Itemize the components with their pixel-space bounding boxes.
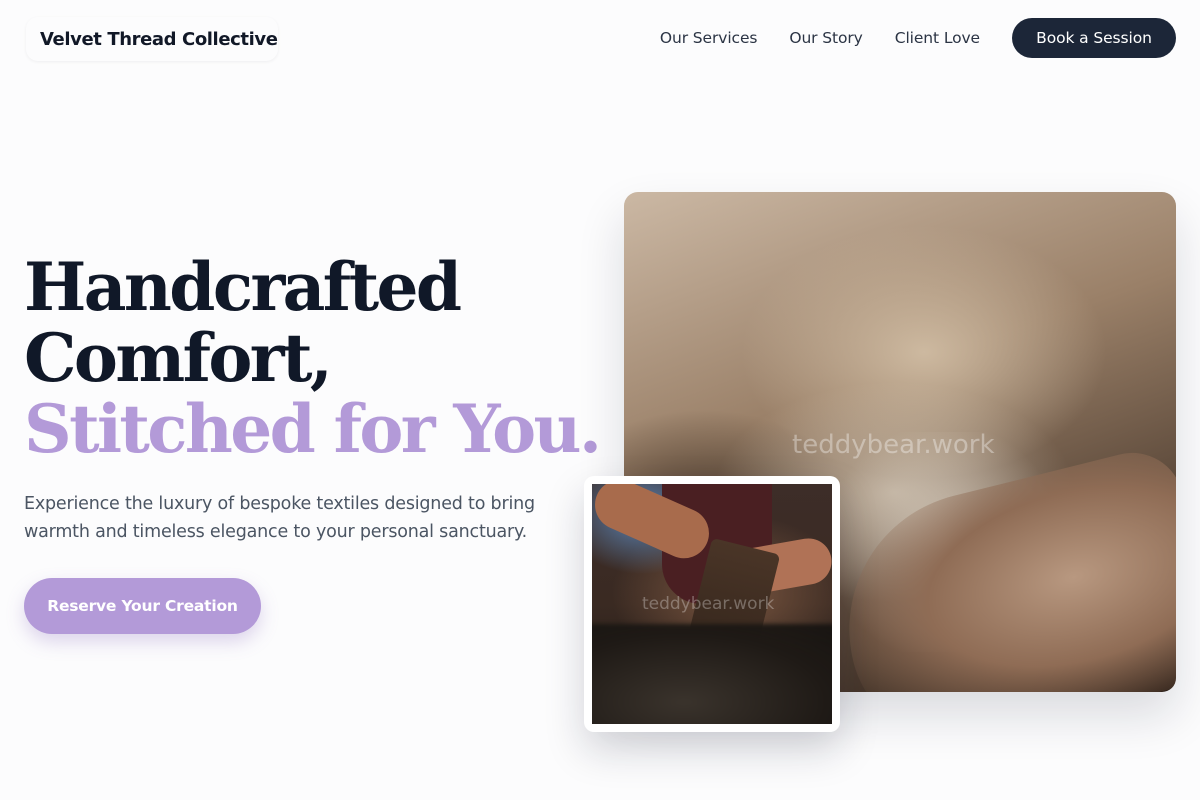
small-image-watermark: teddybear.work (642, 594, 775, 614)
headline-line-3: Stitched for You. (24, 390, 602, 468)
headline-line-1: Handcrafted (24, 248, 462, 326)
main-nav: Our Services Our Story Client Love Book … (660, 18, 1176, 58)
nav-link-our-services[interactable]: Our Services (660, 29, 758, 47)
hero-headline: Handcrafted Comfort, Stitched for You. (24, 248, 602, 468)
nav-link-our-story[interactable]: Our Story (789, 29, 862, 47)
leatherwork-image: teddybear.work (592, 484, 832, 724)
headline-line-2: Comfort, (24, 319, 333, 397)
foreground-blur (592, 624, 832, 724)
hero-subtext: Experience the luxury of bespoke textile… (24, 494, 535, 542)
reserve-creation-button[interactable]: Reserve Your Creation (24, 578, 261, 634)
landing-page: Velvet Thread Collective Our Services Ou… (0, 0, 1200, 800)
main-image-watermark: teddybear.work (792, 430, 995, 460)
book-session-button[interactable]: Book a Session (1012, 18, 1176, 58)
nav-link-client-love[interactable]: Client Love (895, 29, 980, 47)
brand-logo[interactable]: Velvet Thread Collective (26, 17, 278, 61)
secondary-image-card: teddybear.work (584, 476, 840, 732)
